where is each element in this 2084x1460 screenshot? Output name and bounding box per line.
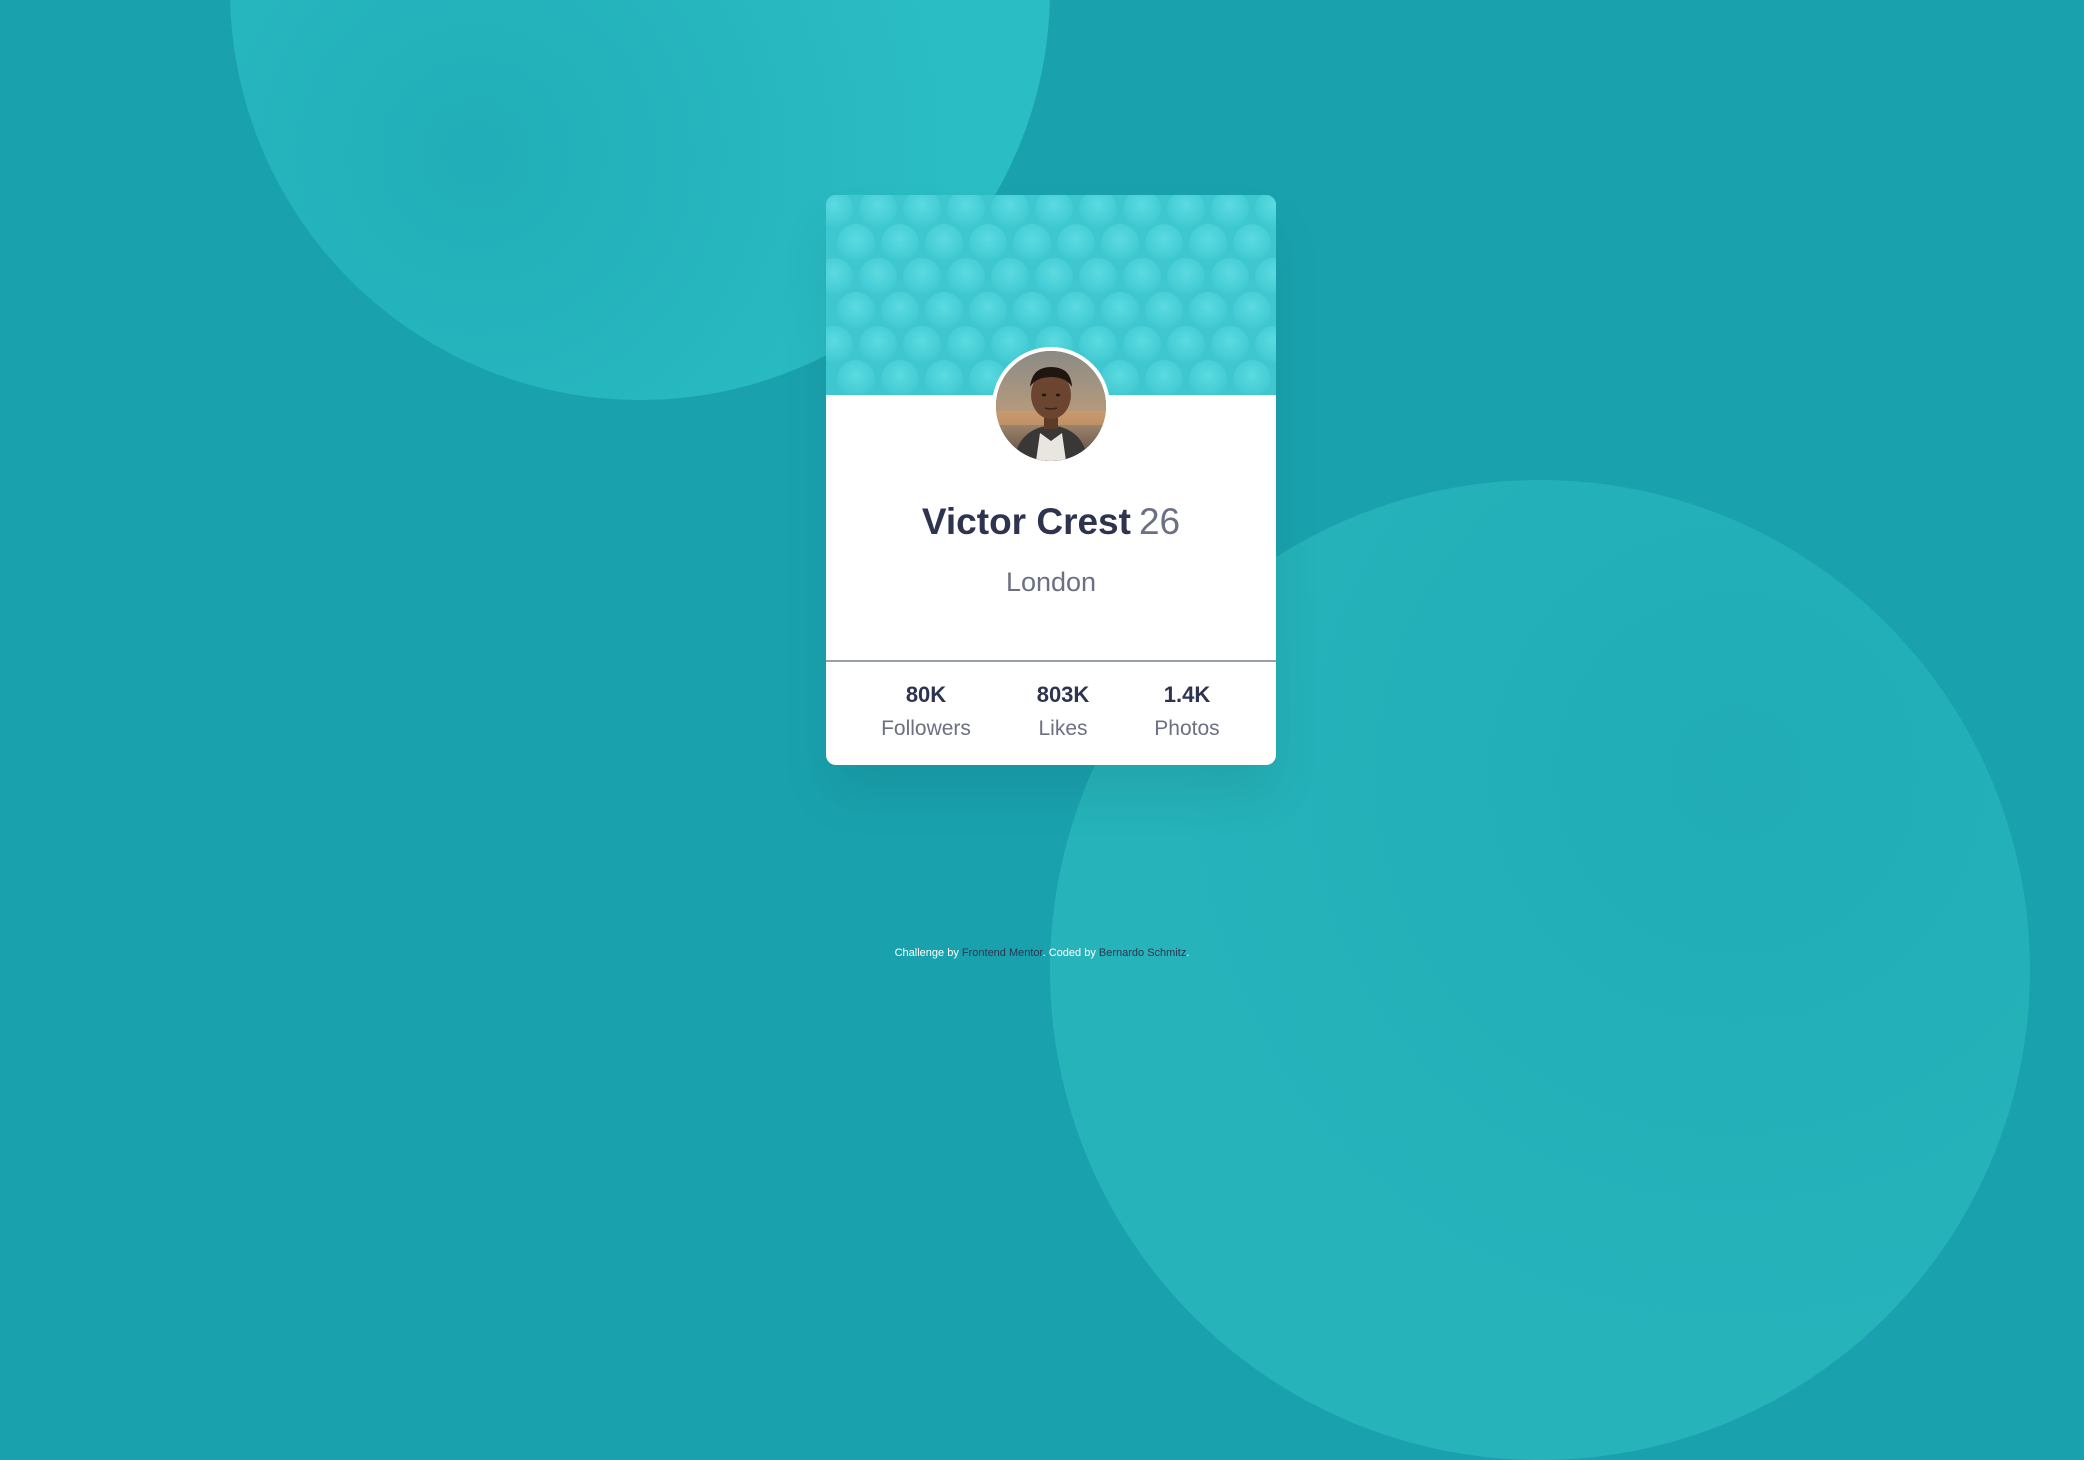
header-bubble	[903, 258, 941, 296]
header-bubble	[881, 224, 919, 262]
profile-city: London	[1005, 567, 1097, 597]
stat-value: 803K	[1036, 682, 1090, 707]
header-bubble	[1013, 292, 1051, 330]
header-bubble	[1211, 258, 1249, 296]
stat-label: Likes	[1038, 717, 1088, 740]
header-bubble	[1167, 326, 1205, 364]
header-bubble	[1101, 224, 1139, 262]
stat-value: 80K	[905, 682, 947, 707]
header-bubble	[859, 326, 897, 364]
header-bubble	[1057, 292, 1095, 330]
header-bubble	[991, 258, 1029, 296]
header-bubble	[947, 258, 985, 296]
header-bubble	[837, 224, 875, 262]
header-bubble	[969, 224, 1007, 262]
header-bubble	[1035, 258, 1073, 296]
header-bubble	[1189, 224, 1227, 262]
challenge-prefix: Challenge by	[894, 947, 959, 959]
frontend-mentor-link[interactable]: Frontend Mentor	[962, 947, 1043, 959]
header-bubble	[947, 326, 985, 364]
author-link[interactable]: Bernardo Schmitz	[1099, 947, 1186, 959]
attribution: Challenge by Frontend Mentor. Coded by B…	[894, 947, 1190, 959]
header-bubble	[1167, 258, 1205, 296]
header-bubble	[1123, 258, 1161, 296]
profile-age: 26	[1138, 501, 1181, 542]
profile-name-line: Victor Crest 26	[826, 500, 1276, 544]
avatar	[992, 347, 1110, 465]
profile-card: Victor Crest 26 London 80K Followers 803K…	[826, 195, 1276, 765]
header-bubble	[1145, 292, 1183, 330]
header-bubble	[1123, 326, 1161, 364]
coded-prefix: Coded by	[1048, 947, 1096, 959]
header-bubble	[1233, 224, 1271, 262]
header-bubble	[925, 224, 963, 262]
header-bubble	[1013, 224, 1051, 262]
header-bubble	[1211, 326, 1249, 364]
profile-stats: 80K Followers 803K Likes 1.4K Photos	[826, 680, 1276, 760]
stat-photos: 1.4K Photos	[1122, 680, 1252, 746]
stat-followers: 80K Followers	[861, 680, 991, 746]
header-bubble	[1079, 258, 1117, 296]
header-bubble	[837, 292, 875, 330]
stat-value: 1.4K	[1163, 682, 1211, 707]
header-bubble	[903, 326, 941, 364]
header-bubble	[881, 292, 919, 330]
header-bubble	[1233, 292, 1271, 330]
header-bubble	[925, 292, 963, 330]
profile-name: Victor Crest	[921, 501, 1131, 542]
stat-label: Followers	[881, 717, 971, 740]
header-bubble	[859, 258, 897, 296]
header-bubble	[1145, 224, 1183, 262]
stat-label: Photos	[1154, 717, 1220, 740]
header-bubble	[969, 292, 1007, 330]
stat-likes: 803K Likes	[998, 680, 1128, 746]
header-bubble	[1189, 292, 1227, 330]
header-bubble	[1101, 292, 1139, 330]
card-divider	[826, 660, 1276, 662]
header-bubble	[1057, 224, 1095, 262]
